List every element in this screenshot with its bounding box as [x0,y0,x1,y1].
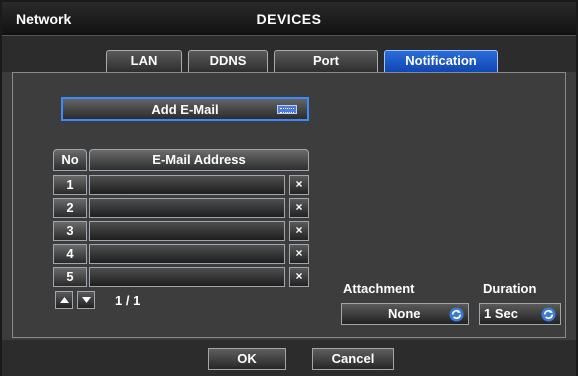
notification-panel: Add E-Mail No E-Mail Address 1 × 2 × 3 ×… [12,72,566,338]
tab-port[interactable]: Port [274,50,378,72]
page-down-button[interactable] [77,291,95,309]
footer-bar: OK Cancel [2,340,576,376]
duration-select[interactable]: 1 Sec [479,303,561,325]
row-number: 4 [53,244,87,264]
attachment-value: None [388,306,421,321]
attachment-label: Attachment [343,281,415,296]
column-header-no: No [53,149,87,171]
row-number: 2 [53,198,87,218]
page-indicator: 1 / 1 [115,293,141,308]
row-number: 1 [53,175,87,195]
cancel-button[interactable]: Cancel [312,348,394,370]
attachment-select[interactable]: None [341,303,469,325]
delete-email-button[interactable]: × [289,244,309,264]
tab-bar: LAN DDNS Port Notification [2,36,576,72]
email-address-field[interactable] [89,221,285,241]
refresh-icon [449,307,464,322]
add-email-button[interactable]: Add E-Mail [61,97,309,121]
duration-value: 1 Sec [484,306,518,321]
title-bar: Network DEVICES [2,2,576,36]
ok-button[interactable]: OK [208,348,286,370]
add-email-label: Add E-Mail [151,102,219,117]
keyboard-icon [277,105,297,114]
email-address-field[interactable] [89,175,285,195]
delete-email-button[interactable]: × [289,198,309,218]
arrow-up-icon [60,297,69,303]
delete-email-button[interactable]: × [289,175,309,195]
delete-email-button[interactable]: × [289,267,309,287]
email-address-field[interactable] [89,198,285,218]
page-title: DEVICES [256,11,322,27]
email-address-field[interactable] [89,267,285,287]
arrow-down-icon [82,297,91,303]
duration-label: Duration [483,281,537,296]
refresh-icon [541,307,556,322]
row-number: 5 [53,267,87,287]
page-up-button[interactable] [55,291,73,309]
devices-window: Network DEVICES LAN DDNS Port Notificati… [0,0,578,376]
column-header-email: E-Mail Address [89,149,309,171]
email-address-field[interactable] [89,244,285,264]
tab-lan[interactable]: LAN [106,50,182,72]
tab-notification[interactable]: Notification [384,50,498,72]
row-number: 3 [53,221,87,241]
delete-email-button[interactable]: × [289,221,309,241]
tab-ddns[interactable]: DDNS [188,50,268,72]
